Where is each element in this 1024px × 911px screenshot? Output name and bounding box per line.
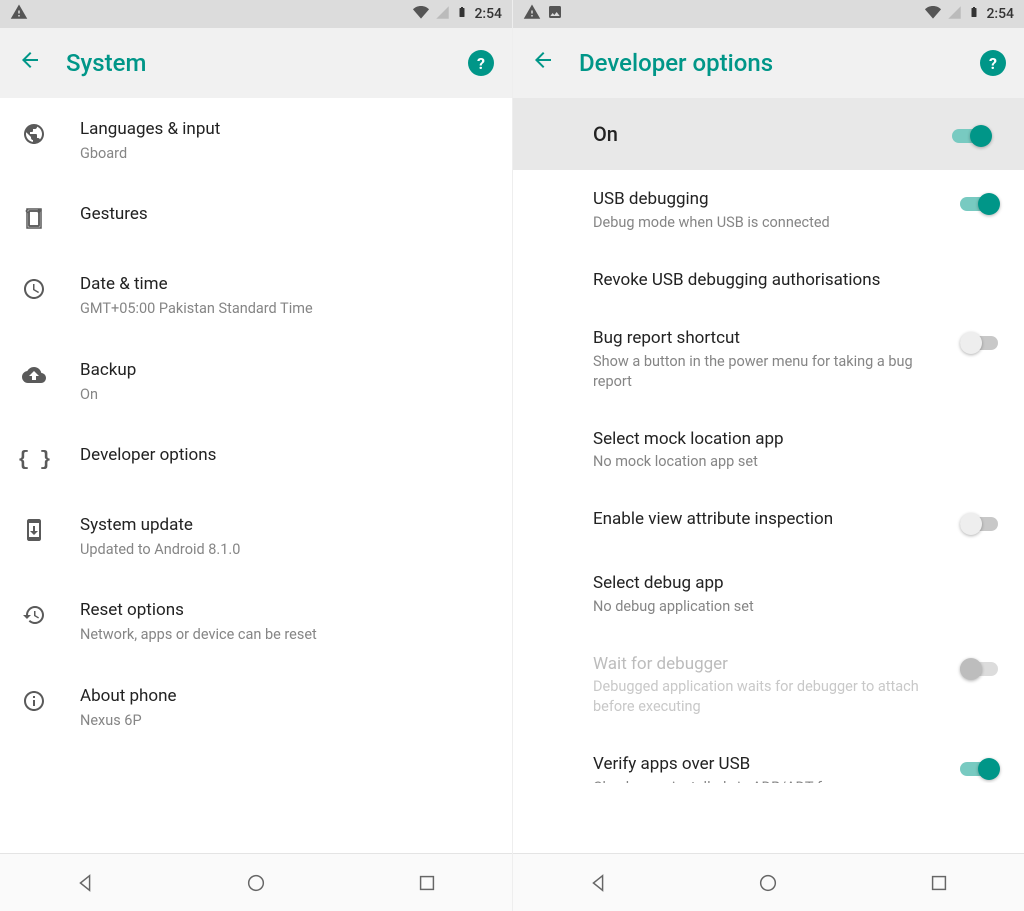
app-bar: System ? bbox=[0, 28, 512, 98]
braces-icon: { } bbox=[20, 446, 48, 474]
status-time: 2:54 bbox=[474, 6, 502, 22]
gestures-row[interactable]: Gestures bbox=[0, 183, 512, 253]
system-update-icon bbox=[20, 516, 48, 544]
status-bar: 2:54 bbox=[513, 0, 1024, 28]
clock-icon bbox=[20, 275, 48, 303]
row-subtitle: Updated to Android 8.1.0 bbox=[80, 540, 492, 560]
master-toggle-label: On bbox=[593, 122, 952, 146]
cloud-upload-icon bbox=[20, 361, 48, 389]
bug-report-toggle[interactable] bbox=[960, 331, 1002, 355]
backup-row[interactable]: Backup On bbox=[0, 339, 512, 424]
about-phone-row[interactable]: About phone Nexus 6P bbox=[0, 665, 512, 750]
mock-location-row[interactable]: Select mock location app No mock locatio… bbox=[513, 410, 1024, 491]
view-attribute-inspection-row[interactable]: Enable view attribute inspection bbox=[513, 490, 1024, 554]
help-button[interactable]: ? bbox=[468, 50, 494, 76]
warning-icon bbox=[523, 3, 541, 25]
row-title: Revoke USB debugging authorisations bbox=[593, 269, 1002, 292]
row-title: System update bbox=[80, 514, 492, 538]
row-title: Languages & input bbox=[80, 118, 492, 142]
row-title: Reset options bbox=[80, 599, 492, 623]
wifi-icon bbox=[413, 4, 429, 24]
wifi-icon bbox=[925, 4, 941, 24]
select-debug-app-row[interactable]: Select debug app No debug application se… bbox=[513, 554, 1024, 635]
dev-options-list: On USB debugging Debug mode when USB is … bbox=[513, 98, 1024, 853]
nav-home[interactable] bbox=[245, 872, 267, 894]
row-title: Developer options bbox=[80, 444, 492, 468]
usb-debugging-row[interactable]: USB debugging Debug mode when USB is con… bbox=[513, 170, 1024, 251]
image-icon bbox=[547, 4, 563, 24]
back-button[interactable] bbox=[18, 48, 42, 78]
nav-home[interactable] bbox=[757, 872, 779, 894]
row-subtitle: No mock location app set bbox=[593, 452, 1002, 472]
revoke-usb-auth-row[interactable]: Revoke USB debugging authorisations bbox=[513, 251, 1024, 310]
nav-bar bbox=[0, 853, 512, 911]
page-title: Developer options bbox=[579, 49, 956, 77]
wait-debugger-toggle bbox=[960, 657, 1002, 681]
row-subtitle: GMT+05:00 Pakistan Standard Time bbox=[80, 299, 492, 319]
info-icon bbox=[20, 687, 48, 715]
restore-icon bbox=[20, 601, 48, 629]
signal-icon bbox=[435, 5, 450, 24]
system-settings-screen: 2:54 System ? Languages & input Gboard G… bbox=[0, 0, 512, 911]
nav-recent[interactable] bbox=[928, 872, 950, 894]
row-title: Wait for debugger bbox=[593, 653, 946, 676]
row-title: Date & time bbox=[80, 273, 492, 297]
row-subtitle: On bbox=[80, 385, 492, 405]
row-title: Gestures bbox=[80, 203, 492, 227]
signal-icon bbox=[947, 5, 962, 24]
row-title: USB debugging bbox=[593, 188, 946, 211]
row-subtitle: Show a button in the power menu for taki… bbox=[593, 352, 946, 391]
languages-input-row[interactable]: Languages & input Gboard bbox=[0, 98, 512, 183]
row-title: About phone bbox=[80, 685, 492, 709]
row-title: Verify apps over USB bbox=[593, 753, 946, 776]
row-subtitle: Network, apps or device can be reset bbox=[80, 625, 492, 645]
nav-recent[interactable] bbox=[416, 872, 438, 894]
globe-icon bbox=[20, 120, 48, 148]
row-subtitle: No debug application set bbox=[593, 597, 1002, 617]
battery-icon bbox=[456, 3, 468, 25]
master-toggle[interactable] bbox=[952, 124, 994, 148]
row-subtitle: Gboard bbox=[80, 144, 492, 164]
master-toggle-row[interactable]: On bbox=[513, 98, 1024, 170]
warning-icon bbox=[10, 3, 28, 25]
row-title: Select mock location app bbox=[593, 428, 1002, 451]
developer-options-row[interactable]: { } Developer options bbox=[0, 424, 512, 494]
view-attr-toggle[interactable] bbox=[960, 512, 1002, 536]
row-title: Enable view attribute inspection bbox=[593, 508, 946, 531]
row-title: Bug report shortcut bbox=[593, 327, 946, 350]
row-subtitle: Nexus 6P bbox=[80, 711, 492, 731]
row-subtitle: Check apps installed via ADB/ADT for bbox=[593, 778, 946, 783]
system-update-row[interactable]: System update Updated to Android 8.1.0 bbox=[0, 494, 512, 579]
usb-debugging-toggle[interactable] bbox=[960, 192, 1002, 216]
row-title: Select debug app bbox=[593, 572, 1002, 595]
row-subtitle: Debug mode when USB is connected bbox=[593, 213, 946, 233]
page-title: System bbox=[66, 49, 444, 77]
gestures-icon bbox=[20, 205, 48, 233]
verify-apps-toggle[interactable] bbox=[960, 757, 1002, 781]
help-button[interactable]: ? bbox=[980, 50, 1006, 76]
wait-for-debugger-row: Wait for debugger Debugged application w… bbox=[513, 635, 1024, 735]
battery-icon bbox=[968, 3, 980, 25]
back-button[interactable] bbox=[531, 48, 555, 78]
app-bar: Developer options ? bbox=[513, 28, 1024, 98]
bug-report-shortcut-row[interactable]: Bug report shortcut Show a button in the… bbox=[513, 309, 1024, 409]
reset-options-row[interactable]: Reset options Network, apps or device ca… bbox=[0, 579, 512, 664]
row-subtitle: Debugged application waits for debugger … bbox=[593, 677, 946, 716]
status-time: 2:54 bbox=[986, 6, 1014, 22]
row-title: Backup bbox=[80, 359, 492, 383]
date-time-row[interactable]: Date & time GMT+05:00 Pakistan Standard … bbox=[0, 253, 512, 338]
developer-options-screen: 2:54 Developer options ? On USB debuggin… bbox=[512, 0, 1024, 911]
settings-list: Languages & input Gboard Gestures Date &… bbox=[0, 98, 512, 853]
status-bar: 2:54 bbox=[0, 0, 512, 28]
nav-back[interactable] bbox=[74, 872, 96, 894]
nav-back[interactable] bbox=[587, 872, 609, 894]
verify-apps-usb-row[interactable]: Verify apps over USB Check apps installe… bbox=[513, 735, 1024, 783]
nav-bar bbox=[513, 853, 1024, 911]
